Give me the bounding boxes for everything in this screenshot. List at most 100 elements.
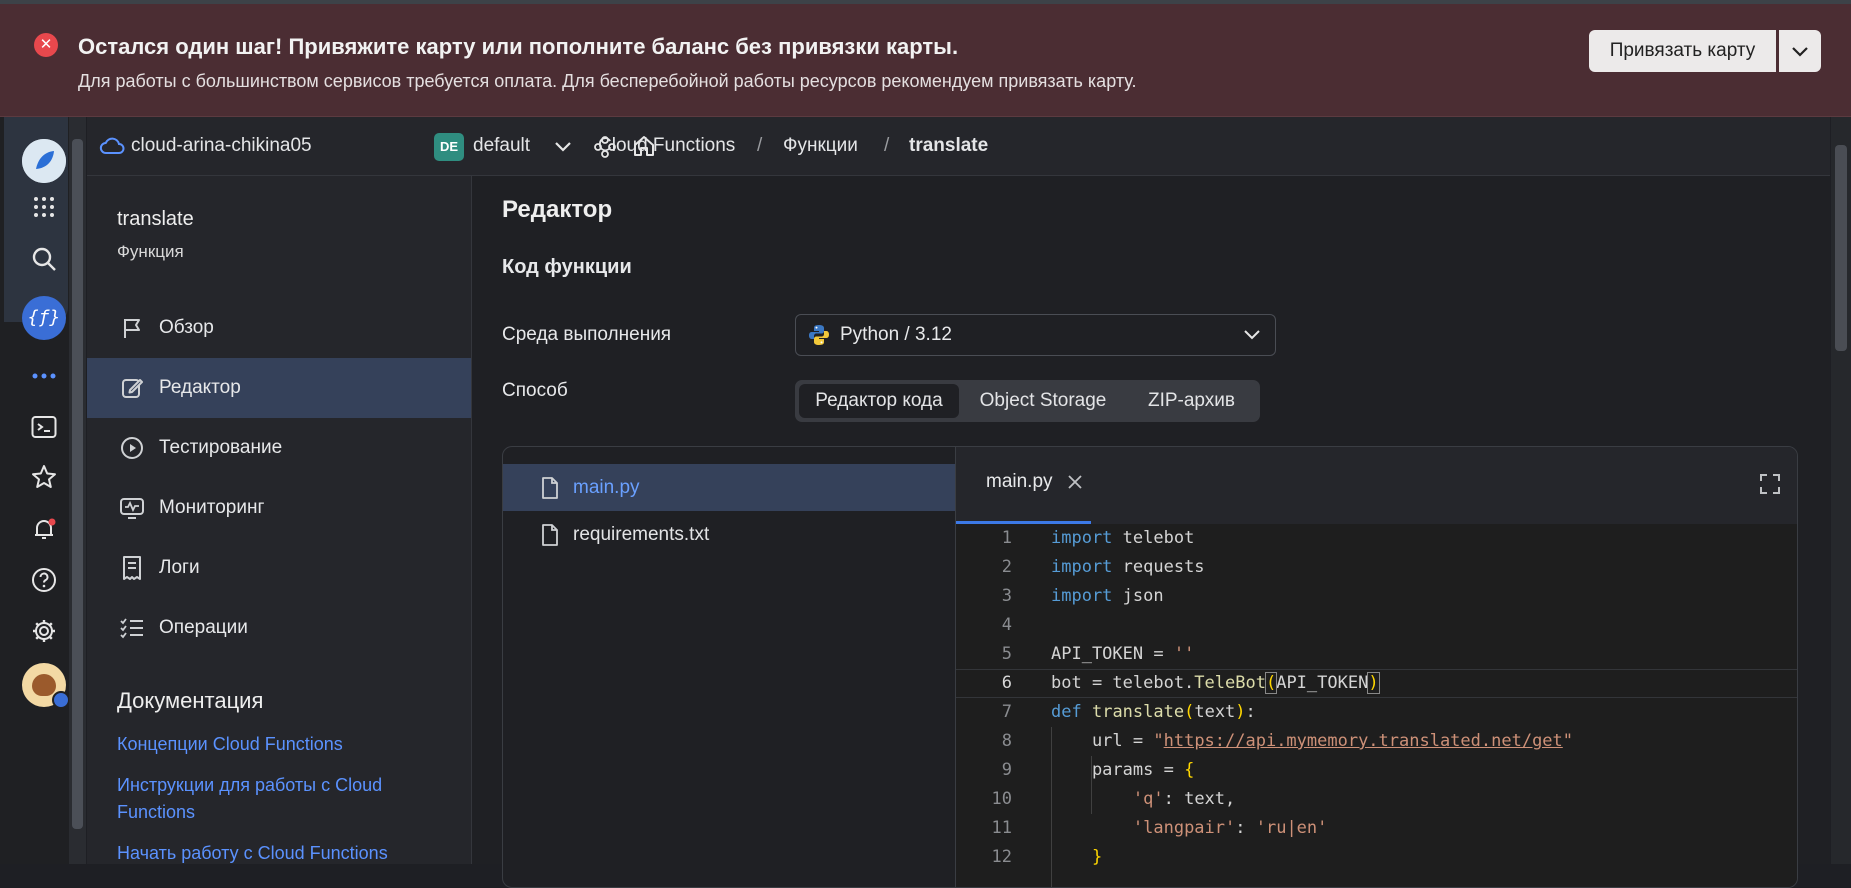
tab-label: main.py: [986, 471, 1053, 492]
search-icon[interactable]: [22, 237, 66, 281]
file-item-requirements[interactable]: requirements.txt: [503, 511, 955, 558]
breadcrumb-separator: /: [757, 135, 763, 156]
file-item-main-py[interactable]: main.py: [503, 464, 955, 511]
code-line: 4: [956, 611, 1797, 640]
function-name: translate: [117, 208, 194, 230]
file-icon: [542, 476, 558, 499]
breadcrumb-cloud-functions[interactable]: Cloud Functions: [598, 117, 735, 175]
chevron-down-icon: [1792, 47, 1808, 57]
breadcrumb-current: translate: [909, 135, 989, 156]
line-number: 6: [1001, 673, 1012, 693]
banner-title: Остался один шаг! Привяжите карту или по…: [78, 34, 959, 59]
line-number: 4: [1001, 615, 1012, 635]
code-line: 2 import requests: [956, 553, 1797, 582]
banner-text: Для работы с большинством сервисов требу…: [78, 71, 1137, 91]
method-option-zip[interactable]: ZIP-архив: [1127, 384, 1256, 418]
apps-grid-icon[interactable]: [22, 185, 66, 229]
functions-icon: {ƒ}: [22, 296, 66, 340]
code-area[interactable]: 1 import telebot 2 import requests 3 import…: [956, 524, 1797, 887]
code-line: 1 import telebot: [956, 524, 1797, 553]
error-icon: ✕: [34, 33, 58, 57]
checklist-icon: [117, 613, 147, 643]
cloud-logo[interactable]: [22, 139, 66, 183]
runtime-label: Среда выполнения: [502, 324, 672, 345]
help-icon[interactable]: [22, 558, 66, 602]
sidebar-item-editor[interactable]: Редактор: [87, 358, 471, 418]
chevron-down-icon[interactable]: [554, 139, 572, 155]
rail-scrollbar[interactable]: [69, 117, 86, 864]
link-card-dropdown-button[interactable]: [1779, 30, 1821, 72]
terminal-icon[interactable]: [22, 405, 66, 449]
sidebar-item-monitoring[interactable]: Мониторинг: [87, 478, 471, 538]
top-breadcrumb-bar: cloud-arina-chikina05 DE default Cloud F…: [87, 117, 1830, 176]
method-segmented-control: Редактор кода Object Storage ZIP-архив: [795, 380, 1260, 422]
page-scrollbar[interactable]: [1831, 117, 1851, 864]
play-icon: [117, 433, 147, 463]
chevron-down-icon: [1244, 330, 1260, 340]
editor-tab-bar: main.py: [956, 447, 1797, 524]
file-name: requirements.txt: [573, 523, 710, 545]
line-number: 8: [1001, 731, 1012, 751]
sidebar-item-label: Операции: [159, 617, 248, 638]
fullscreen-icon[interactable]: [1759, 473, 1781, 495]
cloud-selector[interactable]: cloud-arina-chikina05: [131, 117, 312, 175]
star-icon[interactable]: [22, 455, 66, 499]
runtime-select[interactable]: Python / 3.12: [795, 314, 1276, 356]
payment-banner: ✕ Остался один шаг! Привяжите карту или …: [0, 4, 1851, 117]
edit-icon: [117, 373, 147, 403]
sidebar-item-label: Тестирование: [159, 437, 283, 458]
docs-heading: Документация: [117, 688, 264, 713]
folder-selector[interactable]: default: [473, 117, 530, 175]
more-dots-icon[interactable]: [22, 354, 66, 398]
method-option-code-editor[interactable]: Редактор кода: [799, 384, 959, 418]
method-option-object-storage[interactable]: Object Storage: [963, 384, 1123, 418]
code-line: 12 }: [956, 843, 1797, 872]
line-number: 12: [991, 847, 1012, 867]
sidebar-item-label: Логи: [159, 557, 200, 578]
line-number: 9: [1001, 760, 1012, 780]
avatar-bear-icon: [22, 663, 70, 709]
notifications-bell-icon[interactable]: [22, 507, 66, 551]
python-icon: [809, 325, 829, 345]
tab-main-py[interactable]: main.py: [956, 447, 1091, 524]
code-pane: main.py 1 import telebot 2 import requests…: [956, 447, 1797, 887]
page-title: Редактор: [502, 196, 613, 223]
sidebar-item-label: Обзор: [159, 317, 214, 338]
sidebar-item-testing[interactable]: Тестирование: [87, 418, 471, 478]
breadcrumb-functions[interactable]: Функции: [783, 117, 858, 175]
folder-badge: DE: [434, 133, 464, 161]
code-line: 11 'langpair': 'ru|en': [956, 814, 1797, 843]
cloud-functions-service-button[interactable]: {ƒ}: [22, 296, 66, 340]
method-label: Способ: [502, 380, 568, 401]
link-card-button[interactable]: Привязать карту: [1589, 30, 1776, 72]
function-sidebar: translate Функция Обзор Редактор Тестиро…: [87, 176, 472, 864]
sidebar-item-label: Мониторинг: [159, 497, 265, 518]
file-icon: [542, 523, 558, 546]
close-icon[interactable]: [1066, 473, 1084, 491]
code-line: 3 import json: [956, 582, 1797, 611]
file-name: main.py: [573, 476, 640, 498]
sidebar-item-overview[interactable]: Обзор: [87, 298, 471, 358]
sidebar-item-operations[interactable]: Операции: [87, 598, 471, 658]
runtime-value: Python / 3.12: [840, 324, 952, 345]
sidebar-item-logs[interactable]: Логи: [87, 538, 471, 598]
section-title: Код функции: [502, 256, 632, 278]
code-line: 5 API_TOKEN = '': [956, 640, 1797, 669]
line-number: 11: [991, 818, 1012, 838]
doc-link-concepts[interactable]: Концепции Cloud Functions: [117, 731, 437, 758]
line-number: 1: [1001, 528, 1012, 548]
settings-gear-icon[interactable]: [22, 609, 66, 653]
doc-link-instructions[interactable]: Инструкции для работы с Cloud Functions: [117, 772, 437, 826]
monitor-icon: [117, 493, 147, 523]
flag-icon: [117, 313, 147, 343]
code-line: 9 params = {: [956, 756, 1797, 785]
cloud-icon: [99, 137, 125, 155]
doc-link-getting-started[interactable]: Начать работу с Cloud Functions: [117, 840, 437, 867]
editor-page: Редактор Код функции Среда выполнения Py…: [472, 176, 1830, 888]
line-number: 5: [1001, 644, 1012, 664]
user-avatar[interactable]: [22, 663, 70, 709]
code-line: 7 def translate(text):: [956, 698, 1797, 727]
code-line-current: 6 bot = telebot.TeleBot(API_TOKEN): [956, 669, 1797, 698]
receipt-icon: [117, 553, 147, 583]
file-tree: main.py requirements.txt: [503, 447, 956, 887]
